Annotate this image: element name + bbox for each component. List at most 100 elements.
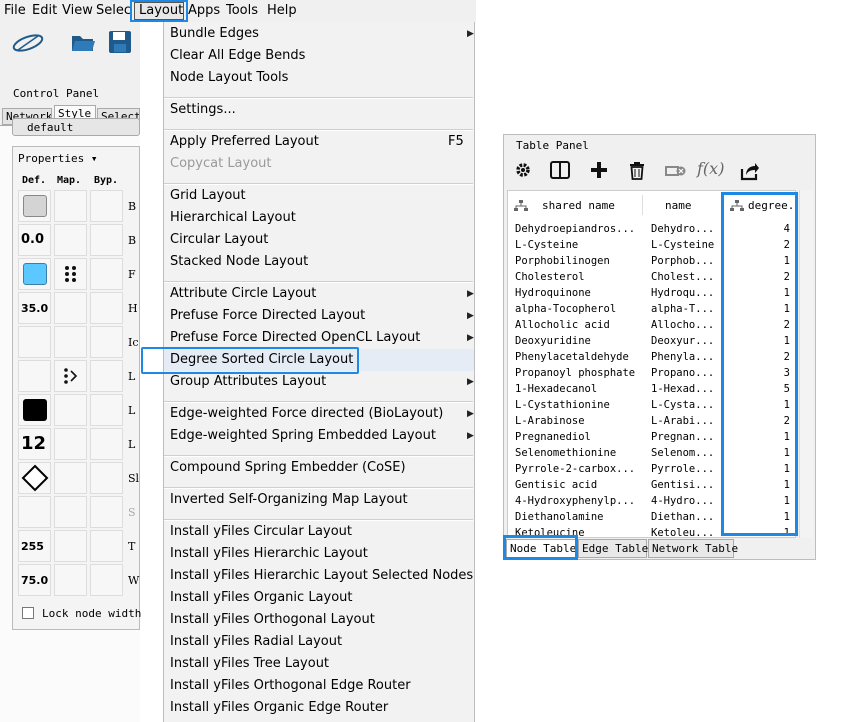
link-columns-icon[interactable] xyxy=(665,164,687,178)
default-cell[interactable]: 75.0 xyxy=(18,564,51,596)
menu-item[interactable]: Clear All Edge Bends xyxy=(170,48,305,63)
property-row[interactable]: 35.0 H xyxy=(18,292,140,326)
default-cell[interactable] xyxy=(18,326,51,358)
plus-icon[interactable] xyxy=(590,161,608,179)
split-view-icon[interactable] xyxy=(550,161,570,179)
bypass-cell[interactable] xyxy=(90,462,123,494)
mapping-cell[interactable] xyxy=(54,224,87,256)
trash-icon[interactable] xyxy=(628,161,646,180)
menu-item[interactable]: Hierarchical Layout xyxy=(170,210,296,225)
menu-item[interactable]: Stacked Node Layout xyxy=(170,254,308,269)
menu-item[interactable]: Compound Spring Embedder (CoSE) xyxy=(170,460,406,475)
menu-help[interactable]: Help xyxy=(267,3,297,18)
default-cell[interactable] xyxy=(18,360,51,392)
default-cell[interactable] xyxy=(18,258,51,290)
bypass-cell[interactable] xyxy=(90,564,123,596)
property-row[interactable]: S xyxy=(18,496,140,530)
mapping-cell[interactable] xyxy=(54,190,87,222)
property-row[interactable]: L xyxy=(18,394,140,428)
tab-edge-table[interactable]: Edge Table xyxy=(578,539,648,558)
menu-item[interactable]: Install yFiles Organic Layout xyxy=(170,590,353,605)
tab-network-table[interactable]: Network Table xyxy=(648,539,738,558)
column-header-shared-name[interactable]: shared name xyxy=(542,191,642,219)
lock-node-width-checkbox[interactable]: Lock node width xyxy=(22,607,141,620)
menu-item[interactable]: Node Layout Tools xyxy=(170,70,288,85)
property-row[interactable]: B xyxy=(18,190,140,224)
mapping-cell[interactable] xyxy=(54,394,87,426)
menu-item[interactable]: Install yFiles Orthogonal Edge Router xyxy=(170,678,411,693)
table-scrollbar[interactable] xyxy=(799,190,813,538)
menu-item[interactable]: Install yFiles Hierarchic Layout Selecte… xyxy=(170,568,473,583)
mapping-cell[interactable] xyxy=(54,428,87,460)
default-cell[interactable]: 255 xyxy=(18,530,51,562)
property-row[interactable]: Sl xyxy=(18,462,140,496)
menu-item[interactable]: Inverted Self-Organizing Map Layout xyxy=(170,492,408,507)
default-cell[interactable] xyxy=(18,190,51,222)
menu-item[interactable]: Edge-weighted Spring Embedded Layout xyxy=(170,428,436,443)
menu-view[interactable]: View xyxy=(62,3,93,18)
property-row[interactable]: 0.0 B xyxy=(18,224,140,258)
menu-item[interactable]: Install yFiles Circular Layout xyxy=(170,524,352,539)
menu-edit[interactable]: Edit xyxy=(32,3,57,18)
menu-item[interactable]: Edge-weighted Force directed (BioLayout) xyxy=(170,406,443,421)
property-row[interactable]: 75.0 W xyxy=(18,564,140,598)
default-cell[interactable]: 12 xyxy=(18,428,51,460)
bypass-cell[interactable] xyxy=(90,360,123,392)
bypass-cell[interactable] xyxy=(90,530,123,562)
function-icon[interactable]: f(x) xyxy=(697,159,724,178)
menu-item[interactable]: Prefuse Force Directed OpenCL Layout xyxy=(170,330,420,345)
property-row[interactable]: F xyxy=(18,258,140,292)
mapping-cell[interactable] xyxy=(54,360,87,392)
gear-icon[interactable] xyxy=(514,161,532,179)
export-icon[interactable] xyxy=(740,161,760,181)
mapping-cell[interactable] xyxy=(54,326,87,358)
mapping-cell[interactable] xyxy=(54,564,87,596)
menu-item[interactable]: Grid Layout xyxy=(170,188,246,203)
default-cell[interactable] xyxy=(18,394,51,426)
mapping-cell[interactable] xyxy=(54,530,87,562)
menu-apps[interactable]: Apps xyxy=(188,3,220,18)
default-cell[interactable]: 0.0 xyxy=(18,224,51,256)
bypass-cell[interactable] xyxy=(90,224,123,256)
property-row[interactable]: Ic xyxy=(18,326,140,360)
mapping-cell[interactable] xyxy=(54,462,87,494)
menu-item[interactable]: Apply Preferred Layout xyxy=(170,134,319,149)
bypass-cell[interactable] xyxy=(90,394,123,426)
menu-item[interactable]: Install yFiles Orthogonal Layout xyxy=(170,612,375,627)
save-icon[interactable] xyxy=(108,30,132,54)
menu-item[interactable]: Install yFiles Organic Edge Router xyxy=(170,700,388,715)
menu-item[interactable]: Install yFiles Hierarchic Layout xyxy=(170,546,368,561)
default-cell[interactable] xyxy=(18,462,51,494)
bypass-cell[interactable] xyxy=(90,258,123,290)
open-folder-icon[interactable] xyxy=(70,31,96,53)
default-cell[interactable]: 35.0 xyxy=(18,292,51,324)
menu-file[interactable]: File xyxy=(4,3,26,18)
column-header-name[interactable]: name xyxy=(665,191,725,219)
menu-item[interactable]: Bundle Edges xyxy=(170,26,259,41)
menu-item[interactable]: Group Attributes Layout xyxy=(170,374,326,389)
checkbox-box[interactable] xyxy=(22,607,34,619)
menu-item[interactable]: Prefuse Force Directed Layout xyxy=(170,308,365,323)
bypass-cell[interactable] xyxy=(90,428,123,460)
style-preset-dropdown[interactable]: default xyxy=(12,118,140,136)
menu-item[interactable]: Circular Layout xyxy=(170,232,268,247)
menu-select[interactable]: Select xyxy=(96,3,130,18)
bypass-cell[interactable] xyxy=(90,190,123,222)
menu-item[interactable]: Install yFiles Radial Layout xyxy=(170,634,342,649)
property-row[interactable]: 255 T xyxy=(18,530,140,564)
bypass-cell[interactable] xyxy=(90,292,123,324)
properties-dropdown[interactable]: Properties ▾ xyxy=(18,152,97,165)
bypass-cell[interactable] xyxy=(90,326,123,358)
mapping-cell[interactable] xyxy=(54,292,87,324)
menu-item[interactable]: Install yFiles Tree Layout xyxy=(170,656,329,671)
mapping-cell[interactable] xyxy=(54,496,87,528)
cytoscape-logo-icon[interactable] xyxy=(10,32,46,54)
property-row[interactable]: L xyxy=(18,360,140,394)
menu-tools[interactable]: Tools xyxy=(226,3,258,18)
menu-item[interactable]: Attribute Circle Layout xyxy=(170,286,316,301)
bypass-cell[interactable] xyxy=(90,496,123,528)
default-cell[interactable] xyxy=(18,496,51,528)
property-row[interactable]: 12 L xyxy=(18,428,140,462)
menu-item[interactable]: Settings... xyxy=(170,102,236,117)
mapping-cell[interactable] xyxy=(54,258,87,290)
